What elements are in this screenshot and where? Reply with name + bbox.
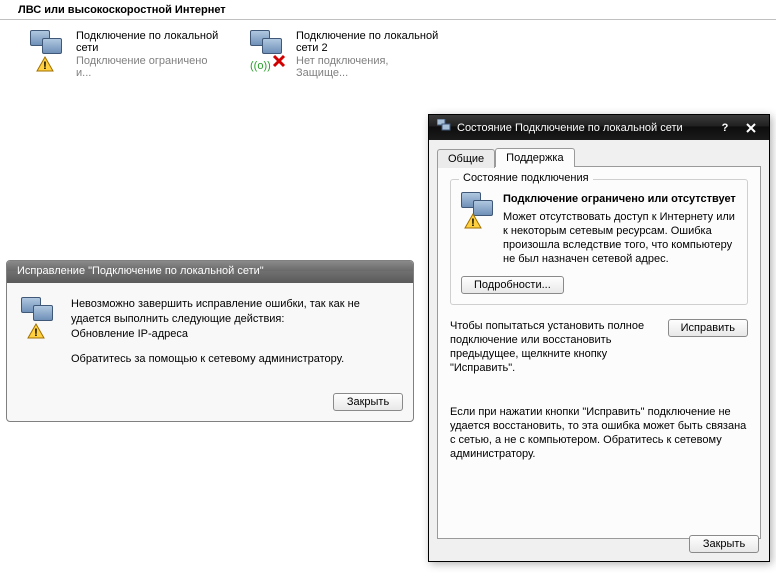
group-title: Состояние подключения [459, 172, 593, 184]
status-dialog-title: Состояние Подключение по локальной сети [457, 122, 709, 134]
tabs-area: Общие Поддержка Состояние подключения [429, 140, 769, 539]
status-dialog: Состояние Подключение по локальной сети … [428, 114, 770, 562]
note-text: Если при нажатии кнопки "Исправить" подк… [450, 405, 748, 461]
tab-support[interactable]: Поддержка [495, 148, 574, 167]
svg-text:!: ! [34, 327, 38, 339]
section-header: ЛВС или высокоскоростной Интернет [0, 0, 776, 20]
connection-status-group: Состояние подключения ! Подключ [450, 179, 748, 305]
connection-name: Подключение по локальной сети 2 [296, 30, 440, 54]
repair-line3: Обратитесь за помощью к сетевому админис… [71, 352, 399, 367]
connection-name: Подключение по локальной сети [76, 30, 220, 54]
repair-dialog-body: ! Невозможно завершить исправление ошибк… [7, 283, 413, 387]
repair-line2: Обновление IP-адреса [71, 328, 188, 340]
repair-dialog: Исправление "Подключение по локальной се… [6, 260, 414, 422]
connections-row: ! Подключение по локальной сети Подключе… [0, 20, 776, 89]
svg-text:!: ! [43, 60, 47, 72]
network-warning-icon: ! [21, 297, 61, 337]
close-button[interactable]: Закрыть [689, 535, 759, 553]
close-icon[interactable] [741, 120, 761, 136]
tab-label: Поддержка [506, 152, 563, 164]
close-button[interactable]: Закрыть [333, 393, 403, 411]
status-description: Может отсутствовать доступ к Интернету и… [503, 210, 737, 266]
error-x-icon [272, 54, 286, 68]
network-icon: ! [30, 30, 70, 70]
section-title: ЛВС или высокоскоростной Интернет [18, 4, 226, 16]
status-titlebar[interactable]: Состояние Подключение по локальной сети … [429, 115, 769, 140]
tab-general[interactable]: Общие [437, 149, 495, 168]
help-button[interactable]: ? [715, 120, 735, 136]
repair-line1: Невозможно завершить исправление ошибки,… [71, 298, 360, 325]
repair-hint: Чтобы попытаться установить полное подкл… [450, 319, 656, 375]
wireless-icon: ((o)) [250, 60, 271, 72]
svg-text:!: ! [471, 217, 475, 229]
status-heading: Подключение ограничено или отсутствует [503, 192, 737, 206]
tab-label: Общие [448, 153, 484, 165]
connection-status: Нет подключения, Защище... [296, 55, 440, 79]
connection-item-2[interactable]: ((o)) Подключение по локальной сети 2 Не… [250, 30, 440, 79]
repair-dialog-title: Исправление "Подключение по локальной се… [17, 265, 264, 277]
connection-item-1[interactable]: ! Подключение по локальной сети Подключе… [30, 30, 220, 79]
repair-dialog-titlebar[interactable]: Исправление "Подключение по локальной се… [7, 261, 413, 283]
repair-button[interactable]: Исправить [668, 319, 748, 337]
details-button[interactable]: Подробности... [461, 276, 564, 294]
connection-status: Подключение ограничено и... [76, 55, 220, 79]
network-status-icon [437, 119, 451, 136]
network-icon: ((o)) [250, 30, 290, 70]
network-warning-icon: ! [461, 192, 495, 226]
warning-triangle-icon: ! [36, 56, 54, 72]
tab-panel: Состояние подключения ! Подключ [437, 166, 761, 539]
